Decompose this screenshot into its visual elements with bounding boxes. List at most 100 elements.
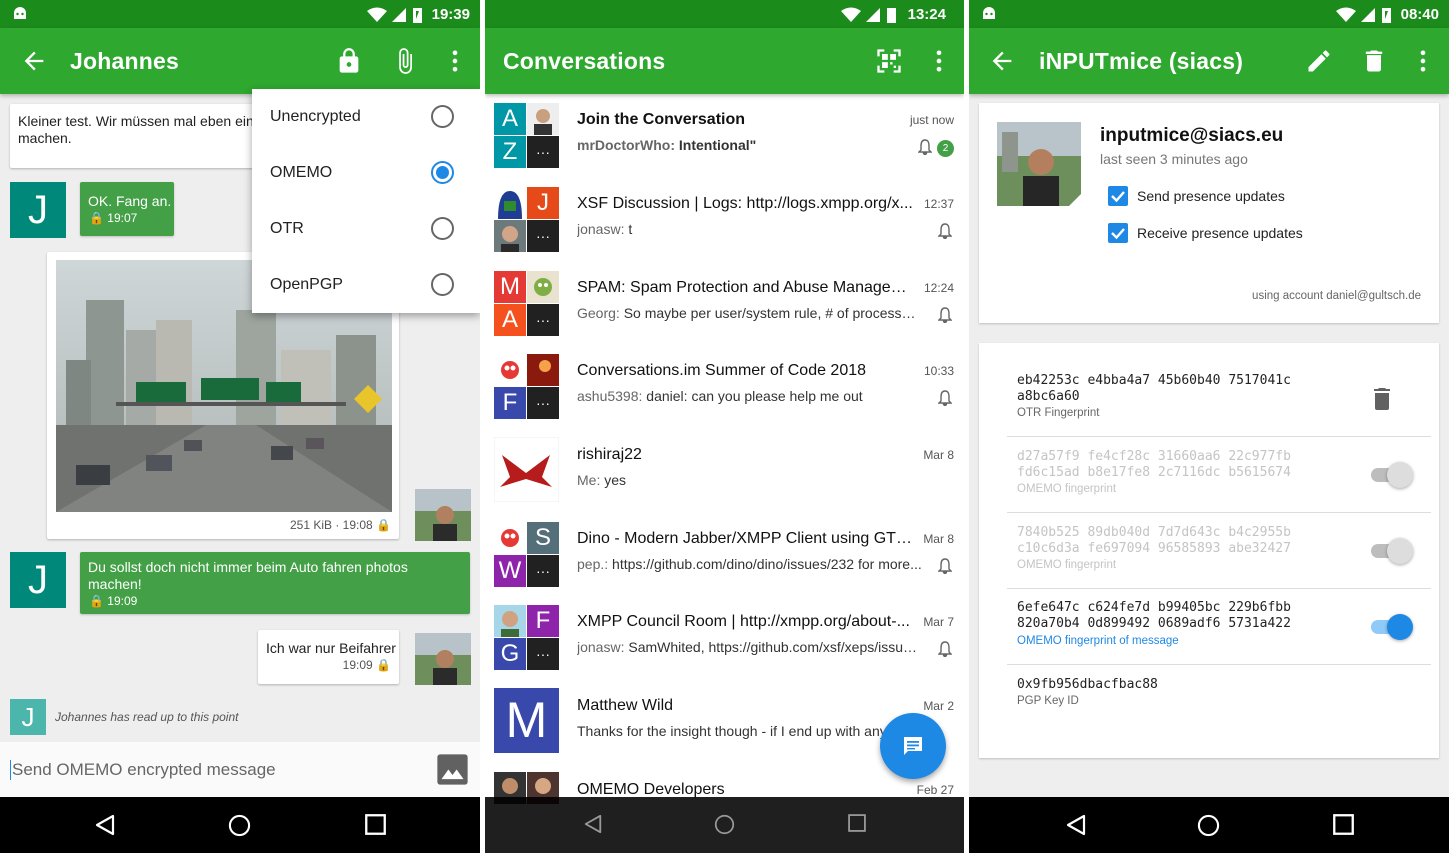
qr-code-icon[interactable] bbox=[875, 47, 903, 75]
nav-home-icon[interactable] bbox=[714, 814, 735, 835]
nav-back-icon[interactable] bbox=[583, 814, 603, 834]
contact-app-bar: iNPUTmice (siacs) bbox=[969, 28, 1449, 94]
menu-item-otr[interactable]: OTR bbox=[270, 220, 304, 238]
edit-icon[interactable] bbox=[1305, 47, 1333, 75]
conversation-avatar: F ··· bbox=[494, 354, 559, 419]
contact-details-screen: 08:40 iNPUTmice (siacs) inputmice@siacs.… bbox=[969, 0, 1449, 853]
bell-icon bbox=[938, 223, 952, 239]
delete-key-icon[interactable] bbox=[1372, 387, 1392, 411]
self-avatar[interactable] bbox=[415, 489, 471, 541]
contact-jid[interactable]: inputmice@siacs.eu bbox=[1100, 125, 1283, 147]
conversation-row[interactable]: M A ··· SPAM: Spam Protection and Abuse … bbox=[485, 264, 964, 348]
conversation-name: rishiraj22 bbox=[577, 446, 642, 463]
key-trust-toggle[interactable] bbox=[1371, 462, 1413, 488]
menu-item-openpgp[interactable]: OpenPGP bbox=[270, 276, 343, 294]
menu-item-unencrypted[interactable]: Unencrypted bbox=[270, 108, 361, 126]
back-arrow-icon[interactable] bbox=[988, 47, 1016, 75]
conversation-preview: jonasw: SamWhited, https://github.com/xs… bbox=[577, 639, 922, 655]
message-input[interactable]: Send OMEMO encrypted message bbox=[10, 760, 276, 780]
receive-presence-checkbox[interactable] bbox=[1108, 223, 1128, 243]
nav-home-icon[interactable] bbox=[1197, 814, 1220, 837]
radio-openpgp[interactable] bbox=[431, 273, 454, 296]
lock-icon: 🔒 bbox=[89, 211, 104, 225]
conversation-avatar: J ··· bbox=[494, 187, 559, 252]
more-members: ··· bbox=[527, 555, 559, 587]
conversation-row[interactable]: J ··· XSF Discussion | Logs: http://logs… bbox=[485, 180, 964, 264]
member-photo bbox=[494, 605, 526, 637]
conversation-avatar bbox=[494, 437, 559, 502]
lock-icon[interactable] bbox=[335, 47, 363, 75]
signal-battery-icons bbox=[841, 7, 896, 23]
encryption-menu: Unencrypted OMEMO OTR OpenPGP bbox=[252, 89, 480, 313]
nav-home-icon[interactable] bbox=[228, 814, 251, 837]
conversation-row[interactable]: F G ··· XMPP Council Room | http://xmpp.… bbox=[485, 598, 964, 682]
message-received[interactable]: Du sollst doch nicht immer beim Auto fah… bbox=[80, 552, 470, 614]
menu-item-omemo[interactable]: OMEMO bbox=[270, 164, 332, 182]
conversation-avatar: A Z ··· bbox=[494, 103, 559, 168]
message-text: OK. Fang an. bbox=[88, 193, 172, 209]
conversation-time: Mar 7 bbox=[923, 615, 954, 629]
key-fingerprint: 6efe647c c624fe7d b99405bc 229b6fbb 820a7… bbox=[1017, 600, 1291, 631]
clock: 13:24 bbox=[907, 6, 946, 23]
more-members: ··· bbox=[527, 304, 559, 336]
key-fingerprint: 7840b525 89db040d 7d7d643c b4c2955b c10c6… bbox=[1017, 525, 1291, 556]
radio-otr[interactable] bbox=[431, 217, 454, 240]
check-icon bbox=[1111, 228, 1125, 240]
contact-title: iNPUTmice (siacs) bbox=[1039, 48, 1244, 74]
key-label: OMEMO fingerprint bbox=[1017, 559, 1117, 571]
overflow-menu-icon[interactable] bbox=[441, 47, 469, 75]
nav-bar bbox=[485, 797, 964, 853]
bell-icon bbox=[938, 390, 952, 406]
key-trust-toggle[interactable] bbox=[1371, 538, 1413, 564]
key-fingerprint: eb42253c e4bba4a7 45b60b40 7517041c a8bc6… bbox=[1017, 373, 1291, 404]
conversation-name: XSF Discussion | Logs: http://logs.xmpp.… bbox=[577, 195, 913, 212]
contact-avatar[interactable]: J bbox=[10, 552, 66, 608]
message-text: Kleiner test. Wir müssen mal eben ein mac… bbox=[18, 113, 254, 146]
message-text: Du sollst doch nicht immer beim Auto fah… bbox=[88, 559, 408, 592]
radio-omemo[interactable] bbox=[431, 161, 454, 184]
key-label: OMEMO fingerprint bbox=[1017, 483, 1117, 495]
overflow-menu-icon[interactable] bbox=[925, 47, 953, 75]
check-icon bbox=[1111, 191, 1125, 203]
nav-back-icon[interactable] bbox=[1065, 814, 1087, 836]
message-received[interactable]: OK. Fang an. 🔒 19:07 bbox=[80, 182, 174, 236]
message-text: Ich war nur Beifahrer bbox=[266, 640, 396, 656]
android-icon bbox=[14, 7, 26, 19]
self-avatar[interactable] bbox=[415, 633, 471, 685]
signal-battery-icons bbox=[367, 7, 422, 23]
keys-card: eb42253c e4bba4a7 45b60b40 7517041c a8bc6… bbox=[979, 343, 1439, 758]
conversation-row[interactable]: F ··· Conversations.im Summer of Code 20… bbox=[485, 347, 964, 431]
conversation-name: Join the Conversation bbox=[577, 111, 746, 128]
send-presence-checkbox[interactable] bbox=[1108, 186, 1128, 206]
conversation-preview: pep.: https://github.com/dino/dino/issue… bbox=[577, 556, 922, 572]
conversation-name: SPAM: Spam Protection and Abuse Managem.… bbox=[577, 279, 917, 296]
conversation-name: XMPP Council Room | http://xmpp.org/abou… bbox=[577, 613, 910, 630]
back-arrow-icon[interactable] bbox=[20, 47, 48, 75]
image-send-icon[interactable] bbox=[436, 753, 469, 786]
nav-recents-icon[interactable] bbox=[848, 814, 866, 832]
conversation-avatar: M A ··· bbox=[494, 271, 559, 336]
member-photo bbox=[494, 354, 526, 386]
conversation-preview: Thanks for the insight though - if I end… bbox=[577, 723, 898, 739]
key-trust-toggle[interactable] bbox=[1371, 614, 1413, 640]
nav-back-icon[interactable] bbox=[94, 814, 116, 836]
compose-bar: Send OMEMO encrypted message bbox=[0, 742, 480, 797]
account-note: using account daniel@gultsch.de bbox=[1252, 290, 1421, 302]
conversation-row[interactable]: A Z ··· Join the Conversation mrDoctorWh… bbox=[485, 96, 964, 180]
attach-icon[interactable] bbox=[391, 47, 419, 75]
overflow-menu-icon[interactable] bbox=[1409, 47, 1437, 75]
conversation-row[interactable]: rishiraj22 Me: yes Mar 8 bbox=[485, 431, 964, 515]
conversation-row[interactable]: S W ··· Dino - Modern Jabber/XMPP Client… bbox=[485, 515, 964, 599]
member-photo bbox=[494, 220, 526, 252]
message-received[interactable]: Kleiner test. Wir müssen mal eben ein mac… bbox=[10, 104, 262, 168]
radio-unencrypted[interactable] bbox=[431, 105, 454, 128]
key-fingerprint: d27a57f9 fe4cf28c 31660aa6 22c977fb fd6c1… bbox=[1017, 449, 1291, 480]
nav-recents-icon[interactable] bbox=[365, 814, 386, 835]
contact-avatar[interactable] bbox=[997, 122, 1081, 206]
more-members: ··· bbox=[527, 638, 559, 670]
delete-icon[interactable] bbox=[1360, 47, 1388, 75]
new-conversation-fab[interactable] bbox=[880, 713, 946, 779]
nav-recents-icon[interactable] bbox=[1333, 814, 1354, 835]
contact-avatar[interactable]: J bbox=[10, 182, 66, 238]
message-sent[interactable]: Ich war nur Beifahrer 19:09 🔒 bbox=[258, 630, 399, 684]
